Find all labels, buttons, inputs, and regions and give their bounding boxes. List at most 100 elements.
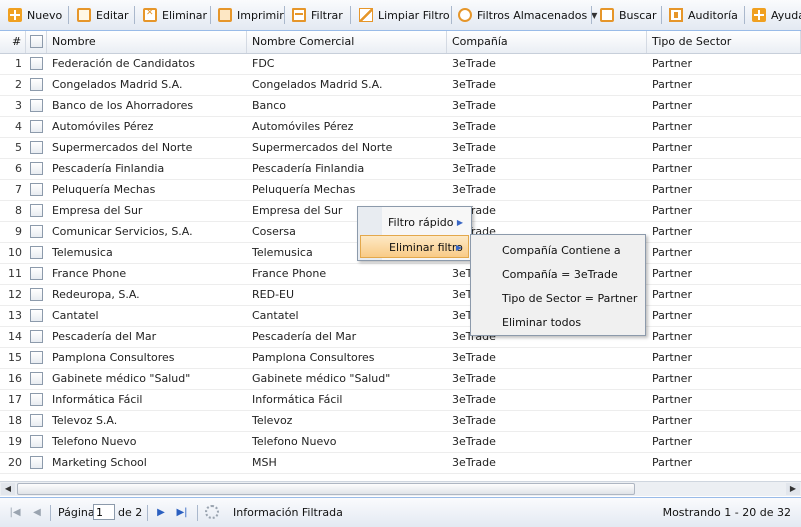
table-row[interactable]: 2 Congelados Madrid S.A. Congelados Madrid… (0, 75, 801, 96)
pager-separator (50, 505, 51, 521)
row-checkbox[interactable] (30, 330, 43, 343)
delete-icon (143, 8, 157, 22)
row-checkbox[interactable] (30, 99, 43, 112)
next-page-icon[interactable]: ▶ (154, 506, 168, 520)
last-page-icon[interactable]: ▶| (175, 506, 189, 520)
eliminar-button[interactable]: Eliminar (143, 5, 207, 25)
column-header-nombre[interactable]: Nombre (47, 31, 247, 53)
row-checkbox[interactable] (30, 372, 43, 385)
row-checkbox[interactable] (30, 57, 43, 70)
table-row[interactable]: 1 Federación de Candidatos FDC 3eTrade Partn… (0, 54, 801, 75)
cell-nombre: Pescadería Finlandia (52, 162, 165, 175)
table-row[interactable]: 20 Marketing School MSH 3eTrade Partner (0, 453, 801, 474)
print-icon (218, 8, 232, 22)
refresh-icon[interactable] (205, 505, 219, 519)
nuevo-label: Nuevo (27, 8, 63, 22)
table-row[interactable]: 3 Banco de los Ahorradores Banco 3eTrade Par… (0, 96, 801, 117)
scroll-left-icon[interactable]: ◀ (1, 483, 15, 495)
nuevo-button[interactable]: Nuevo (8, 5, 62, 25)
row-checkbox[interactable] (30, 288, 43, 301)
page-number-input[interactable] (93, 504, 115, 520)
row-checkbox[interactable] (30, 162, 43, 175)
menu-item-filtro-rapido[interactable]: Filtro rápido ▶ (360, 211, 469, 234)
column-header-index[interactable]: # (0, 31, 26, 53)
cell-nombre-comercial: France Phone (252, 267, 327, 280)
row-checkbox[interactable] (30, 246, 43, 259)
table-row[interactable]: 13CantatelCantatel3eTradePartner (0, 306, 801, 327)
submenu-item-eliminar-todos[interactable]: Eliminar todos (473, 311, 643, 334)
table-row[interactable]: 7 Peluquería Mechas Peluquería Mechas 3eTra… (0, 180, 801, 201)
toolbar-separator (210, 6, 211, 24)
cell-compania: 3eTrade (452, 141, 496, 154)
submenu-item-tipo-sector[interactable]: Tipo de Sector = Partner (473, 287, 643, 310)
row-number: 12 (8, 288, 22, 301)
row-checkbox[interactable] (30, 120, 43, 133)
table-row[interactable]: 11France PhoneFrance Phone3eTradePartner (0, 264, 801, 285)
cell-nombre-comercial: Pamplona Consultores (252, 351, 375, 364)
row-checkbox[interactable] (30, 309, 43, 322)
scroll-right-icon[interactable]: ▶ (786, 483, 800, 495)
row-number: 1 (15, 57, 22, 70)
row-number: 13 (8, 309, 22, 322)
table-row[interactable]: 14 Pescadería del Mar Pescadería del Mar 3e… (0, 327, 801, 348)
toolbar-separator (284, 6, 285, 24)
submenu-item-compania-contiene[interactable]: Compañía Contiene a (473, 239, 643, 262)
row-checkbox[interactable] (30, 435, 43, 448)
previous-page-icon[interactable]: ◀ (30, 506, 44, 520)
cell-nombre-comercial: Informática Fácil (252, 393, 343, 406)
select-all-checkbox[interactable] (30, 35, 43, 48)
filtrar-button[interactable]: Filtrar (292, 5, 343, 25)
toolbar-separator (744, 6, 745, 24)
chevron-down-icon: ▼ (591, 10, 598, 20)
editar-button[interactable]: Editar (77, 5, 129, 25)
horizontal-scrollbar[interactable]: ◀ ▶ (0, 481, 801, 496)
row-checkbox[interactable] (30, 225, 43, 238)
table-row[interactable]: 16 Gabinete médico "Salud" Gabinete médico… (0, 369, 801, 390)
first-page-icon[interactable]: |◀ (8, 506, 22, 520)
column-header-compania[interactable]: Compañía (447, 31, 647, 53)
scrollbar-thumb[interactable] (17, 483, 635, 495)
submenu-item-compania-igual[interactable]: Compañía = 3eTrade (473, 263, 643, 286)
table-row[interactable]: 19 Telefono Nuevo Telefono Nuevo 3eTrade Par… (0, 432, 801, 453)
cell-nombre: Gabinete médico "Salud" (52, 372, 191, 385)
row-checkbox[interactable] (30, 267, 43, 280)
row-checkbox[interactable] (30, 78, 43, 91)
column-header-nombre-comercial[interactable]: Nombre Comercial (247, 31, 447, 53)
row-checkbox[interactable] (30, 351, 43, 364)
filtros-almacenados-dropdown[interactable]: Filtros Almacenados ▼ (458, 5, 597, 25)
row-checkbox[interactable] (30, 393, 43, 406)
row-checkbox[interactable] (30, 456, 43, 469)
table-row[interactable]: 17 Informática Fácil Informática Fácil 3eTr… (0, 390, 801, 411)
submenu-arrow-icon: ▶ (456, 218, 463, 227)
cell-nombre-comercial: Automóviles Pérez (252, 120, 354, 133)
imprimir-button[interactable]: Imprimir (218, 5, 284, 25)
table-row[interactable]: 15 Pamplona Consultores Pamplona Consultor… (0, 348, 801, 369)
table-row[interactable]: 6 Pescadería Finlandia Pescadería Finlandi… (0, 159, 801, 180)
menu-item-label: Eliminar filtro (389, 241, 463, 254)
buscar-button[interactable]: Buscar (600, 5, 657, 25)
menu-item-eliminar-filtro[interactable]: Eliminar filtro ▶ (360, 235, 469, 258)
row-checkbox[interactable] (30, 183, 43, 196)
filter-icon (292, 8, 306, 22)
column-header-tipo-sector[interactable]: Tipo de Sector (647, 31, 801, 53)
toolbar-separator (591, 6, 592, 24)
table-row[interactable]: 12Redeuropa, S.A.RED-EU3eTradePartner (0, 285, 801, 306)
table-row[interactable]: 4 Automóviles Pérez Automóviles Pérez 3eTra… (0, 117, 801, 138)
auditoria-button[interactable]: Auditoría (669, 5, 738, 25)
row-checkbox[interactable] (30, 141, 43, 154)
ayuda-button[interactable]: Ayuda (752, 5, 801, 25)
limpiar-filtro-button[interactable]: Limpiar Filtro (359, 5, 450, 25)
cell-tipo-sector: Partner (652, 204, 692, 217)
table-row[interactable]: 5 Supermercados del Norte Supermercados de… (0, 138, 801, 159)
row-number: 11 (8, 267, 22, 280)
row-checkbox[interactable] (30, 204, 43, 217)
cell-nombre-comercial: Congelados Madrid S.A. (252, 78, 383, 91)
cell-nombre-comercial: Peluquería Mechas (252, 183, 356, 196)
cell-nombre-comercial: Telefono Nuevo (252, 435, 337, 448)
row-checkbox[interactable] (30, 414, 43, 427)
table-row[interactable]: 18 Televoz S.A. Televoz 3eTrade Partner (0, 411, 801, 432)
limpiar-filtro-label: Limpiar Filtro (378, 8, 450, 22)
cell-tipo-sector: Partner (652, 393, 692, 406)
row-number: 5 (15, 141, 22, 154)
imprimir-label: Imprimir (237, 8, 284, 22)
